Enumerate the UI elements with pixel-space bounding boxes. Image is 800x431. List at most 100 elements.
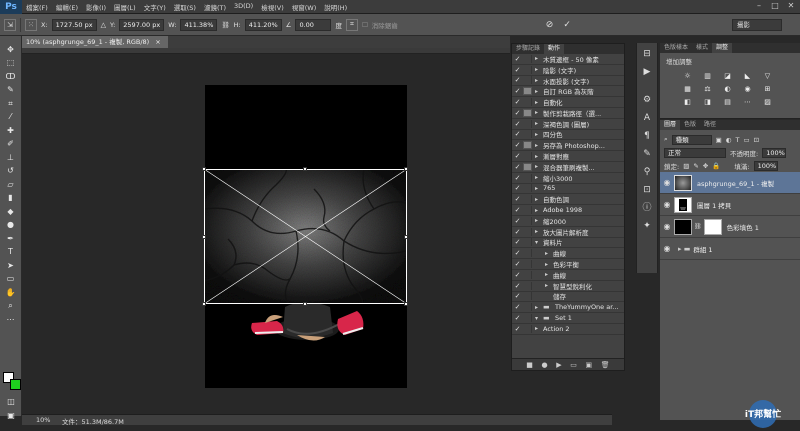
crop-tool-icon[interactable]: ⌗ — [4, 98, 18, 110]
channel-mixer-icon[interactable]: ⊞ — [762, 84, 773, 94]
action-toggle-checkbox[interactable]: ✓ — [512, 249, 523, 257]
chevron-right-icon[interactable]: ▸ — [535, 99, 543, 106]
chevron-right-icon[interactable]: ▸ — [535, 325, 543, 332]
dialog-toggle-box[interactable] — [523, 281, 532, 290]
navigator-icon[interactable]: ✦ — [639, 219, 655, 233]
curves-icon[interactable]: ◪ — [722, 71, 733, 81]
menu-item[interactable]: 文字(Y) — [140, 2, 170, 12]
dialog-toggle-box[interactable] — [523, 119, 532, 128]
action-row[interactable]: ✓ ▸ 漸層對應 — [512, 151, 624, 162]
dialog-toggle-box[interactable] — [523, 227, 532, 236]
marquee-tool-icon[interactable]: ⬚ — [4, 57, 18, 69]
posterize-icon[interactable]: ◨ — [702, 97, 713, 107]
action-row[interactable]: ✓ ▸ 混合器筆刷複製... — [512, 162, 624, 173]
filter-adjust-icon[interactable]: ◐ — [726, 136, 732, 144]
warp-icon[interactable]: ⌗ — [345, 18, 358, 31]
tab-swatches[interactable]: 色版樣本 — [660, 43, 692, 53]
transform-bounding-box[interactable] — [204, 169, 407, 304]
history-brush-tool-icon[interactable]: ↺ — [4, 165, 18, 177]
action-toggle-checkbox[interactable]: ✓ — [512, 282, 523, 290]
action-row[interactable]: ✓ ▸ 自動色調 — [512, 194, 624, 206]
action-toggle-checkbox[interactable]: ✓ — [512, 184, 523, 192]
tab-layers[interactable]: 圖層 — [660, 120, 681, 130]
visibility-eye-icon[interactable]: ◉ — [660, 200, 674, 209]
opacity-input[interactable]: 100% — [762, 147, 787, 158]
chevron-right-icon[interactable]: ▸ — [535, 66, 543, 73]
transform-handle-top[interactable] — [303, 167, 307, 171]
action-toggle-checkbox[interactable]: ✓ — [512, 55, 523, 63]
shape-tool-icon[interactable]: ▭ — [4, 273, 18, 285]
action-row[interactable]: ✓ ▸ 智慧型銳利化 — [512, 281, 624, 292]
tab-channels[interactable]: 色版 — [680, 120, 700, 130]
action-row[interactable]: ✓ ▸ 色彩平衡 — [512, 259, 624, 270]
photo-filter-icon[interactable]: ◉ — [742, 84, 753, 94]
action-row[interactable]: ✓ ▸ 深褐色調 (圖層) — [512, 119, 624, 130]
action-row[interactable]: ✓ ▸ ▬ TheYummyOne ar... — [512, 302, 624, 314]
action-toggle-checkbox[interactable]: ✓ — [512, 174, 523, 182]
layer-filter-select[interactable]: 種類 — [671, 134, 712, 145]
minimize-button[interactable]: – — [754, 1, 764, 11]
close-button[interactable]: ✕ — [786, 1, 796, 11]
dialog-toggle-box[interactable] — [523, 238, 532, 247]
dialog-toggle-box[interactable] — [523, 76, 532, 85]
menu-item[interactable]: 視窗(W) — [288, 2, 321, 12]
record-icon[interactable]: ● — [542, 361, 548, 369]
chevron-right-icon[interactable]: ▸ — [535, 88, 543, 95]
chevron-right-icon[interactable]: ▸ — [535, 77, 543, 84]
lock-pixels-icon[interactable]: ✎ — [693, 162, 698, 170]
pen-tool-icon[interactable]: ✒ — [4, 233, 18, 245]
chevron-right-icon[interactable]: ▸ — [545, 261, 553, 268]
tab-adjustments[interactable]: 調整 — [712, 43, 733, 53]
chevron-right-icon[interactable]: ▸ — [545, 282, 553, 289]
move-tool-icon[interactable]: ✥ — [4, 44, 18, 56]
quick-mask-icon[interactable]: ◫ — [4, 396, 18, 408]
exposure-icon[interactable]: ◣ — [742, 71, 753, 81]
lock-all-icon[interactable]: 🔒 — [712, 162, 720, 170]
action-row[interactable]: ✓ ▸ Action 2 — [512, 324, 624, 335]
action-toggle-checkbox[interactable]: ✓ — [512, 66, 523, 74]
maximize-button[interactable]: □ — [770, 1, 780, 11]
dialog-toggle-box[interactable] — [523, 249, 532, 258]
action-toggle-checkbox[interactable]: ✓ — [512, 76, 523, 84]
filter-type-icon[interactable]: T — [735, 136, 739, 144]
transform-handle-bottom-right[interactable] — [404, 302, 408, 306]
action-row[interactable]: ✓ ▸ 自訂 RGB 為灰階 — [512, 86, 624, 98]
invert-icon[interactable]: ◧ — [682, 97, 693, 107]
action-toggle-checkbox[interactable]: ✓ — [512, 314, 523, 322]
action-row[interactable]: ✓ ▾ 資料片 — [512, 238, 624, 249]
menu-item[interactable]: 檔案(F) — [22, 2, 52, 12]
chevron-right-icon[interactable]: ▸ — [535, 207, 543, 214]
black-white-icon[interactable]: ◐ — [722, 84, 733, 94]
action-toggle-checkbox[interactable]: ✓ — [512, 195, 523, 203]
action-row[interactable]: ✓ ▸ 木質邊框 - 50 像素 — [512, 54, 624, 65]
brush-preset-icon[interactable]: ✎ — [639, 147, 655, 161]
chevron-right-icon[interactable]: ▸ — [535, 196, 543, 203]
more-tools-icon[interactable]: ⋯ — [4, 314, 18, 326]
blend-mode-select[interactable]: 正常 — [664, 147, 726, 158]
blur-tool-icon[interactable]: ◆ — [4, 206, 18, 218]
chevron-right-icon[interactable]: ▸ — [535, 228, 543, 235]
dialog-toggle-box[interactable] — [523, 303, 532, 312]
dialog-toggle-box[interactable] — [523, 87, 532, 96]
threshold-icon[interactable]: ▤ — [722, 97, 733, 107]
chevron-right-icon[interactable]: ▸ — [535, 304, 543, 311]
menu-item[interactable]: 編輯(E) — [52, 2, 82, 12]
fill-input[interactable]: 100% — [753, 160, 778, 171]
dialog-toggle-box[interactable] — [523, 152, 532, 161]
layer-row[interactable]: ◉ asphgrunge_69_1 - 複製 — [660, 172, 800, 194]
dialog-toggle-box[interactable] — [523, 98, 532, 107]
action-toggle-checkbox[interactable]: ✓ — [512, 206, 523, 214]
path-select-tool-icon[interactable]: ➤ — [4, 260, 18, 272]
mask-link-icon[interactable]: ⛓ — [694, 223, 702, 230]
tab-history[interactable]: 步驟記錄 — [512, 44, 544, 54]
levels-icon[interactable]: ▥ — [702, 71, 713, 81]
link-icon[interactable]: ⛓ — [221, 21, 229, 29]
action-row[interactable]: ✓ ▸ 曲線 — [512, 270, 624, 281]
dialog-toggle-box[interactable] — [523, 108, 532, 117]
menu-item[interactable]: 說明(H) — [320, 2, 351, 12]
dialog-toggle-box[interactable] — [523, 216, 532, 225]
action-row[interactable]: ✓ ▸ 四分色 — [512, 130, 624, 141]
hue-saturation-icon[interactable]: ▦ — [682, 84, 693, 94]
x-input[interactable]: 1727.50 px — [51, 18, 97, 31]
action-toggle-checkbox[interactable]: ✓ — [512, 260, 523, 268]
